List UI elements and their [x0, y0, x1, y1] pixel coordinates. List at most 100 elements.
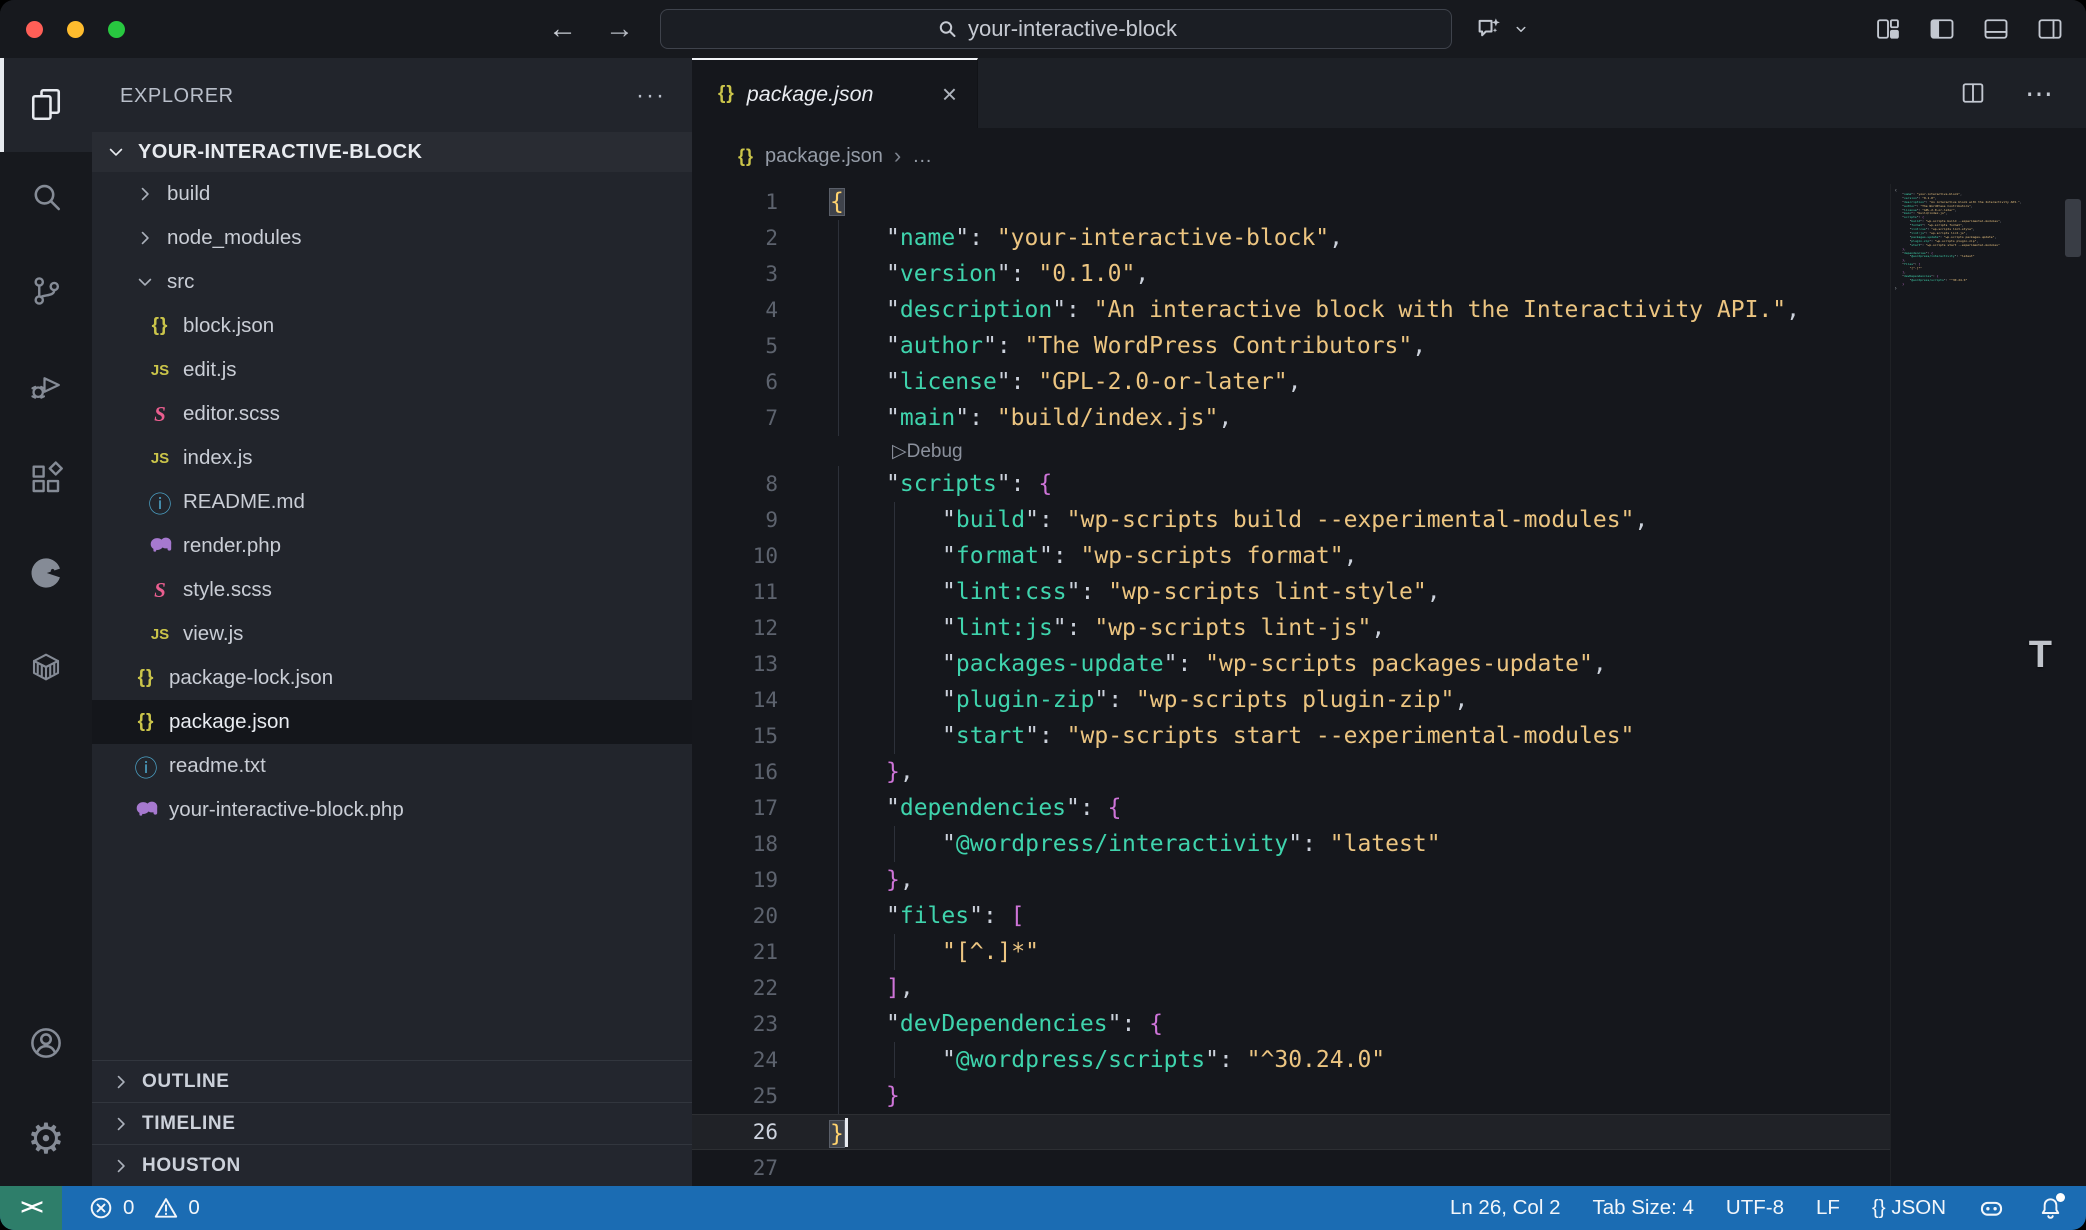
json-file-icon: {}: [738, 146, 754, 167]
toggle-primary-sidebar-button[interactable]: [1928, 15, 1956, 43]
code-line-2[interactable]: 2"name": "your-interactive-block",: [692, 220, 1890, 256]
tree-item-build[interactable]: build: [92, 172, 692, 216]
tree-item-README.md[interactable]: ⓘREADME.md: [92, 480, 692, 524]
copilot-chat-button[interactable]: [1474, 0, 1530, 58]
activity-containers[interactable]: [0, 622, 92, 716]
code-line-5[interactable]: 5"author": "The WordPress Contributors",: [692, 328, 1890, 364]
code-line-3[interactable]: 3"version": "0.1.0",: [692, 256, 1890, 292]
editor-more-actions-icon[interactable]: ⋯: [2025, 77, 2056, 110]
status-copilot[interactable]: [1978, 1195, 2005, 1222]
split-editor-icon[interactable]: [1959, 79, 1987, 107]
tab-package-json[interactable]: {} package.json ×: [692, 58, 978, 128]
breadcrumb[interactable]: {} package.json › …: [692, 128, 2086, 184]
status-ln-26-col-2[interactable]: Ln 26, Col 2: [1450, 1196, 1561, 1220]
code-line-23[interactable]: 23"devDependencies": {: [692, 1006, 1890, 1042]
tree-item-node_modules[interactable]: node_modules: [92, 216, 692, 260]
code-line-21[interactable]: 21"[^.]*": [692, 934, 1890, 970]
tree-item-your-interactive-block.php[interactable]: your-interactive-block.php: [92, 788, 692, 832]
code-line-15[interactable]: 15"start": "wp-scripts start --experimen…: [692, 718, 1890, 754]
go-back-button[interactable]: ←: [548, 13, 577, 46]
tree-item-package-lock.json[interactable]: {}package-lock.json: [92, 656, 692, 700]
customize-layout-button[interactable]: [1874, 15, 1902, 43]
sass-file-icon: S: [148, 578, 172, 603]
code-line-8[interactable]: 8"scripts": {: [692, 466, 1890, 502]
code-line-22[interactable]: 22],: [692, 970, 1890, 1006]
activity-source-control[interactable]: [0, 246, 92, 340]
status-utf-8[interactable]: UTF-8: [1726, 1196, 1784, 1220]
code-line-13[interactable]: 13"packages-update": "wp-scripts package…: [692, 646, 1890, 682]
tree-item-edit.js[interactable]: JSedit.js: [92, 348, 692, 392]
code-line-6[interactable]: 6"license": "GPL-2.0-or-later",: [692, 364, 1890, 400]
activity-houston-extension[interactable]: [0, 528, 92, 622]
command-center-search[interactable]: your-interactive-block: [660, 9, 1452, 49]
code-line-17[interactable]: 17"dependencies": {: [692, 790, 1890, 826]
tree-item-style.scss[interactable]: Sstyle.scss: [92, 568, 692, 612]
workspace-root-row[interactable]: YOUR-INTERACTIVE-BLOCK: [92, 132, 692, 172]
tree-item-editor.scss[interactable]: Seditor.scss: [92, 392, 692, 436]
code-line-18[interactable]: 18"@wordpress/interactivity": "latest": [692, 826, 1890, 862]
code-line-14[interactable]: 14"plugin-zip": "wp-scripts plugin-zip",: [692, 682, 1890, 718]
section-timeline[interactable]: TIMELINE: [92, 1102, 692, 1144]
line-number: 26: [692, 1120, 830, 1144]
code-line-4[interactable]: 4"description": "An interactive block wi…: [692, 292, 1890, 328]
line-number: 21: [692, 940, 830, 964]
close-tab-icon[interactable]: ×: [942, 81, 957, 107]
extensions-icon: [28, 461, 64, 502]
tree-item-label: build: [167, 182, 210, 206]
code-line-12[interactable]: 12"lint:js": "wp-scripts lint-js",: [692, 610, 1890, 646]
tree-item-index.js[interactable]: JSindex.js: [92, 436, 692, 480]
status-notifications[interactable]: [2037, 1195, 2064, 1222]
section-outline[interactable]: OUTLINE: [92, 1060, 692, 1102]
search-icon: [935, 17, 959, 41]
tree-item-package.json[interactable]: {}package.json: [92, 700, 692, 744]
code-line-7[interactable]: 7"main": "build/index.js",: [692, 400, 1890, 436]
zoom-window-button[interactable]: [108, 21, 125, 38]
tree-item-readme.txt[interactable]: ⓘreadme.txt: [92, 744, 692, 788]
activity-search[interactable]: [0, 152, 92, 246]
activity-accounts[interactable]: [0, 998, 92, 1092]
code-line-10[interactable]: 10"format": "wp-scripts format",: [692, 538, 1890, 574]
code-line-20[interactable]: 20"files": [: [692, 898, 1890, 934]
code-line-26[interactable]: 26}: [692, 1114, 1890, 1150]
code-line-9[interactable]: 9"build": "wp-scripts build --experiment…: [692, 502, 1890, 538]
remote-indicator[interactable]: ><: [0, 1186, 62, 1230]
activity-run-and-debug[interactable]: [0, 340, 92, 434]
code-line-27[interactable]: 27: [692, 1150, 1890, 1186]
chevron-right-icon: [110, 1114, 132, 1134]
minimize-window-button[interactable]: [67, 21, 84, 38]
scrollbar-thumb[interactable]: [2065, 199, 2081, 257]
code-line-16[interactable]: 16},: [692, 754, 1890, 790]
toggle-secondary-sidebar-button[interactable]: [2036, 15, 2064, 43]
code-line-1[interactable]: 1{: [692, 184, 1890, 220]
breadcrumb-file[interactable]: package.json: [765, 145, 883, 168]
tree-item-view.js[interactable]: JSview.js: [92, 612, 692, 656]
tree-item-block.json[interactable]: {}block.json: [92, 304, 692, 348]
explorer-more-actions[interactable]: ···: [636, 82, 666, 110]
minimap-rail: { "name": "your-interactive-block", "ver…: [1890, 184, 2086, 1186]
status-bar: >< 00 Ln 26, Col 2 Tab Size: 4 UTF-8 LF {} J…: [0, 1186, 2086, 1230]
code-editor[interactable]: 1{2"name": "your-interactive-block",3"ve…: [692, 184, 2086, 1186]
activity-extensions[interactable]: [0, 434, 92, 528]
codelens-debug[interactable]: ▷Debug: [692, 436, 1890, 466]
tree-item-label: block.json: [183, 314, 274, 338]
section-label: HOUSTON: [142, 1155, 241, 1177]
code-line-19[interactable]: 19},: [692, 862, 1890, 898]
tree-item-src[interactable]: src: [92, 260, 692, 304]
code-line-24[interactable]: 24"@wordpress/scripts": "^30.24.0": [692, 1042, 1890, 1078]
code-line-25[interactable]: 25}: [692, 1078, 1890, 1114]
toggle-panel-button[interactable]: [1982, 15, 2010, 43]
breadcrumb-symbol[interactable]: …: [912, 145, 932, 168]
minimap[interactable]: { "name": "your-interactive-block", "ver…: [1895, 189, 2052, 291]
code-line-11[interactable]: 11"lint:css": "wp-scripts lint-style",: [692, 574, 1890, 610]
status-lf[interactable]: LF: [1816, 1196, 1840, 1220]
status-tab-size-4[interactable]: Tab Size: 4: [1593, 1196, 1694, 1220]
section-houston[interactable]: HOUSTON: [92, 1144, 692, 1186]
chevron-right-icon: [134, 184, 156, 204]
activity-settings[interactable]: ⚙: [0, 1092, 92, 1186]
close-window-button[interactable]: [26, 21, 43, 38]
go-forward-button[interactable]: →: [605, 13, 634, 46]
status-json[interactable]: {} JSON: [1872, 1196, 1946, 1220]
problems-status[interactable]: 00: [88, 1195, 210, 1221]
activity-explorer[interactable]: [0, 58, 92, 152]
tree-item-render.php[interactable]: render.php: [92, 524, 692, 568]
